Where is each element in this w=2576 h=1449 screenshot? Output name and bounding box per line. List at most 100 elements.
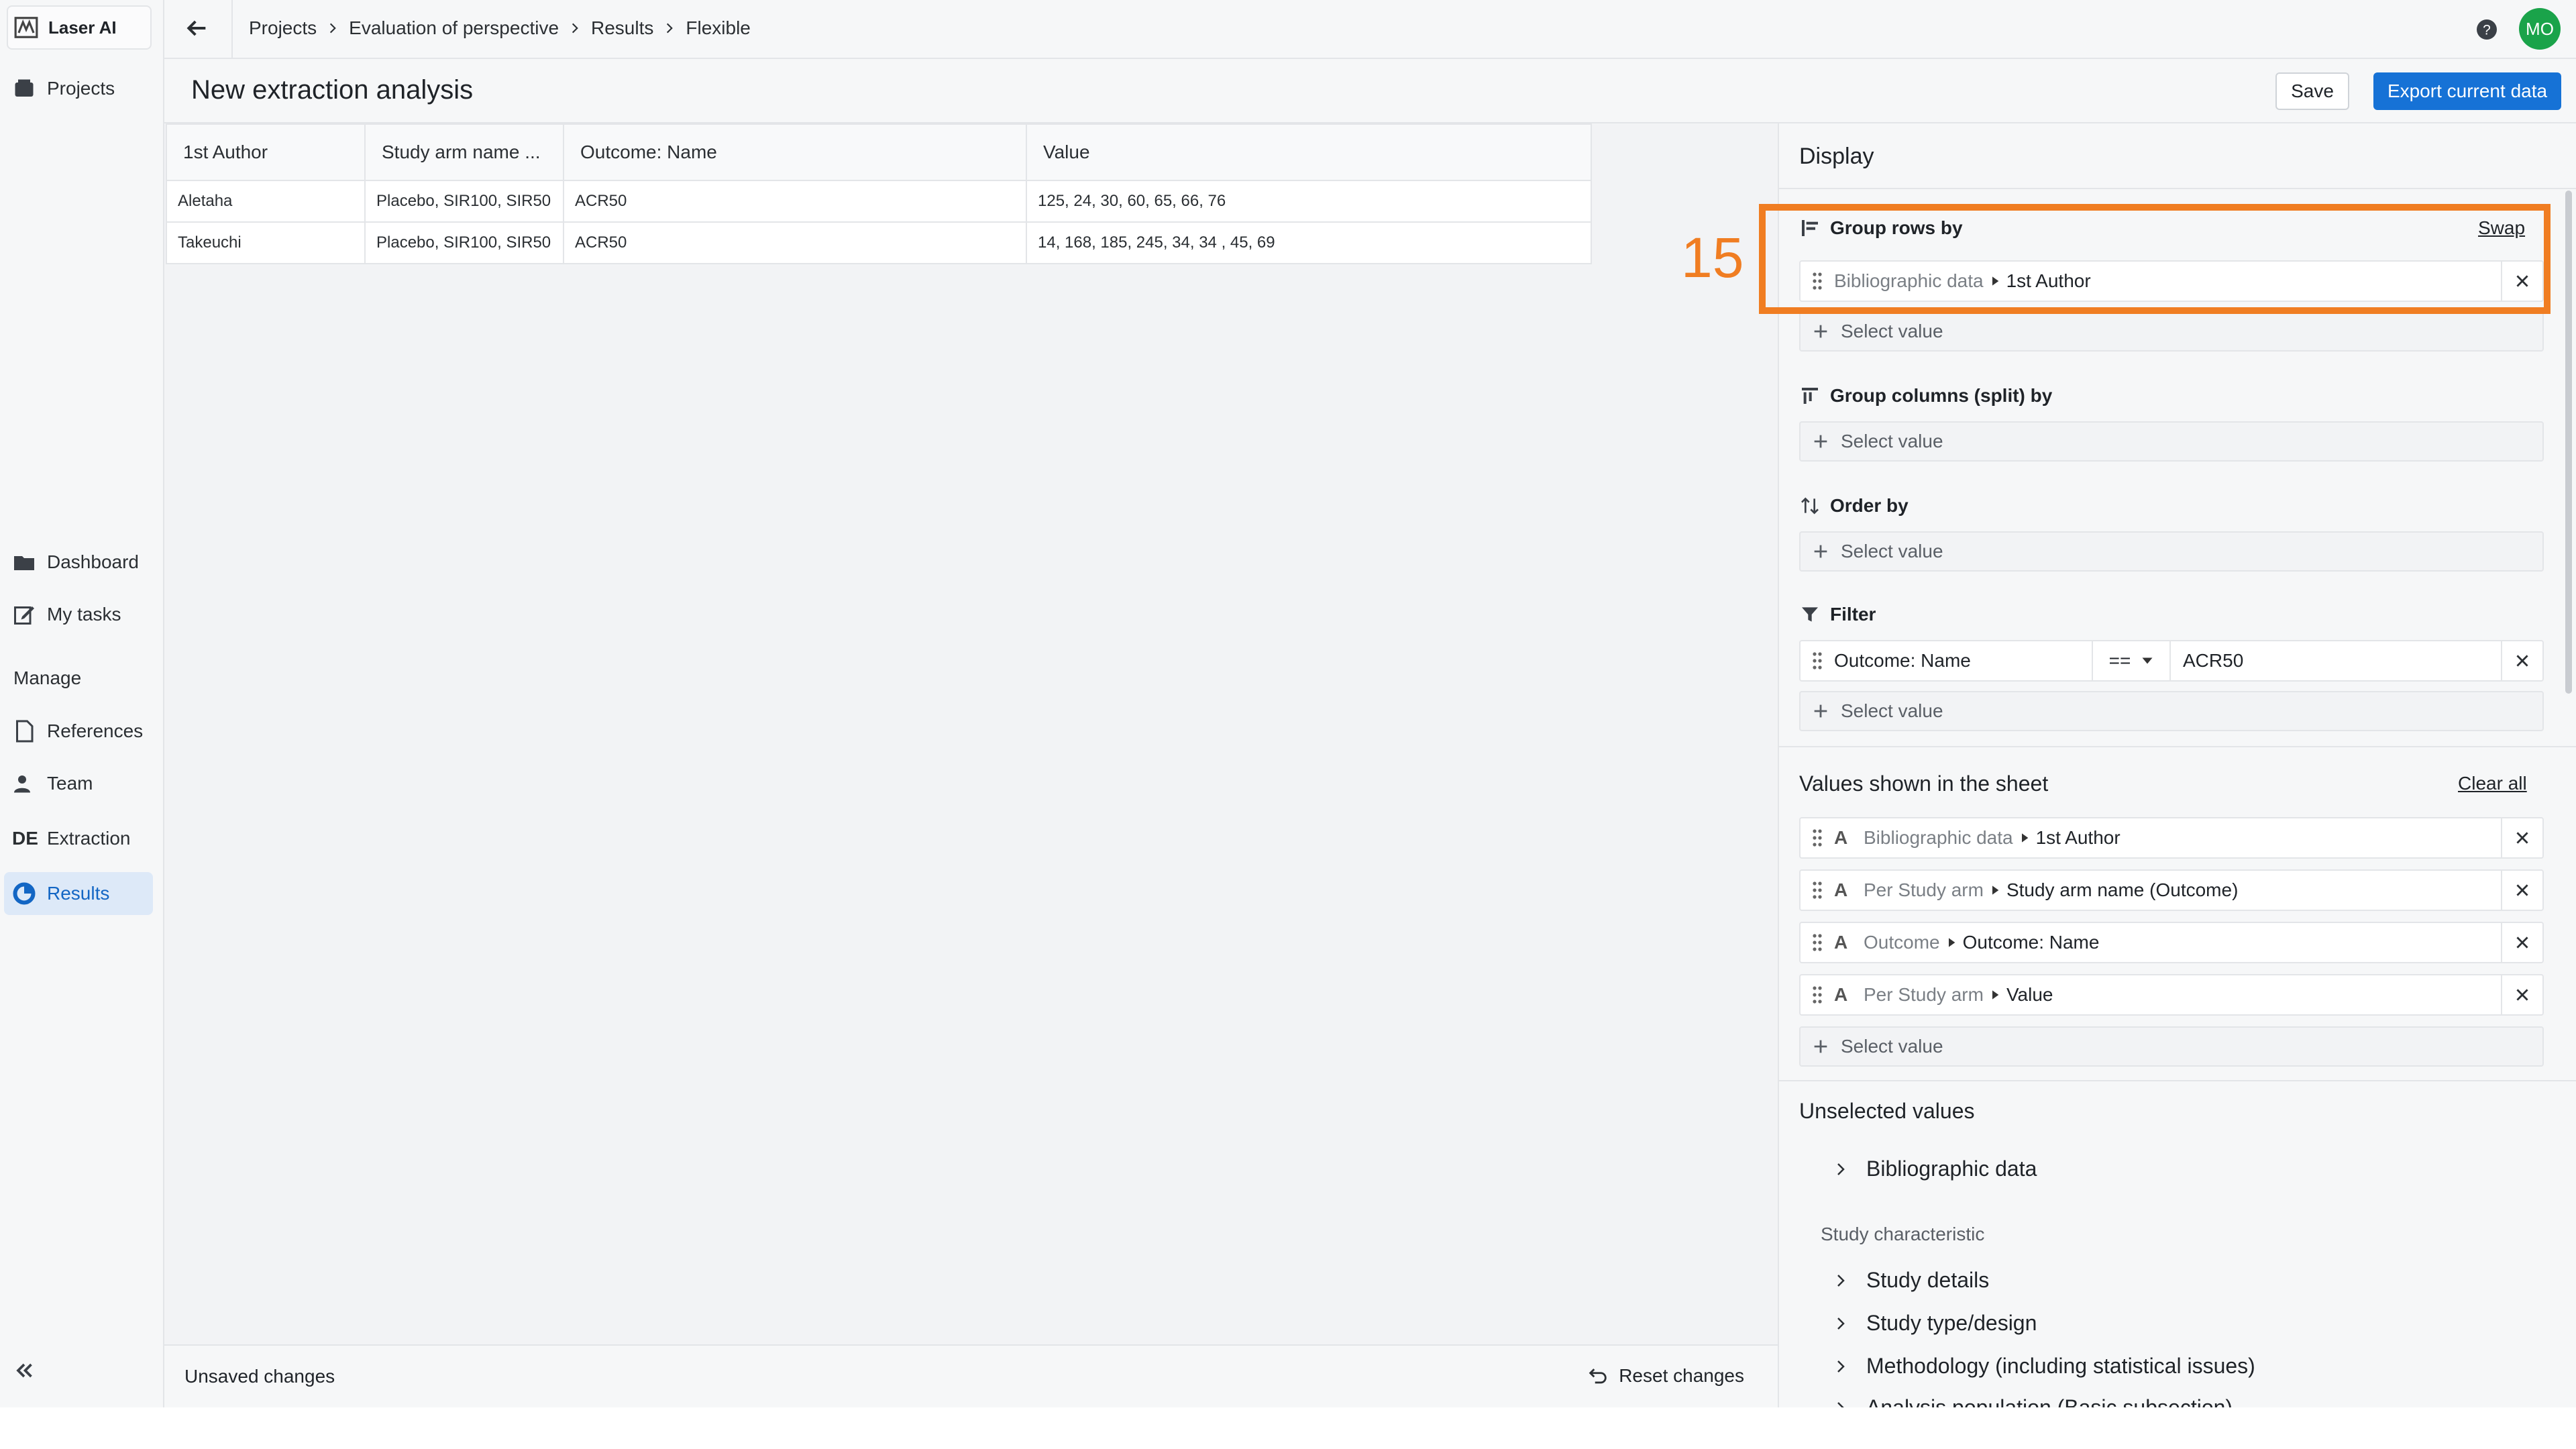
value-path: Bibliographic data 1st Author [1864, 827, 2501, 849]
filter-field[interactable]: Outcome: Name [1834, 641, 2093, 680]
sidebar-item-extraction[interactable]: DE Extraction [4, 817, 153, 860]
footer-bar: Unsaved changes Reset changes [164, 1344, 1778, 1407]
column-header[interactable]: Outcome: Name [563, 123, 1027, 181]
caret-right-icon [1992, 990, 1999, 1000]
sidebar-item-my-tasks[interactable]: My tasks [4, 593, 153, 636]
sidebar-item-results[interactable]: Results [4, 872, 153, 915]
sidebar: Laser AI Projects Dashboard My tasks Man… [0, 0, 164, 1407]
plus-icon [1814, 1040, 1827, 1053]
app-brand[interactable]: Laser AI [7, 5, 152, 50]
drag-handle-icon[interactable] [1801, 932, 1834, 953]
export-current-data-button[interactable]: Export current data [2373, 72, 2561, 110]
collapse-sidebar-icon[interactable] [12, 1358, 36, 1383]
remove-button[interactable] [2501, 869, 2542, 911]
close-icon [2516, 832, 2528, 844]
breadcrumb-results[interactable]: Results [591, 17, 653, 39]
results-table: 1st Author Study arm name ... Outcome: N… [166, 123, 1592, 264]
chevron-right-icon [1837, 1163, 1845, 1175]
group-columns-add[interactable]: Select value [1799, 421, 2544, 462]
remove-button[interactable] [2501, 922, 2542, 963]
table-cell[interactable]: Takeuchi [166, 221, 366, 264]
column-header[interactable]: Study arm name ... [364, 123, 564, 181]
remove-button[interactable] [2501, 640, 2542, 682]
remove-button[interactable] [2501, 817, 2542, 859]
tree-item[interactable]: Study type/design [1833, 1311, 2037, 1336]
select-value-label: Select value [1841, 1036, 1943, 1057]
table-cell[interactable]: Placebo, SIR100, SIR50 [364, 221, 564, 264]
back-arrow-icon[interactable] [183, 15, 210, 42]
bottom-strip [0, 1407, 2576, 1449]
table-cell[interactable]: Placebo, SIR100, SIR50 [364, 180, 564, 223]
remove-button[interactable] [2501, 260, 2542, 302]
user-avatar[interactable]: MO [2519, 8, 2561, 50]
drag-handle-icon[interactable] [1801, 879, 1834, 901]
breadcrumb-evaluation[interactable]: Evaluation of perspective [349, 17, 559, 39]
section-title: Order by [1830, 495, 1909, 516]
values-add[interactable]: Select value [1799, 1026, 2544, 1067]
column-header[interactable]: Value [1026, 123, 1592, 181]
drag-handle-icon[interactable] [1801, 827, 1834, 849]
value-item[interactable]: A Bibliographic data 1st Author [1799, 817, 2544, 859]
sidebar-item-team[interactable]: Team [4, 762, 153, 805]
plus-icon [1814, 545, 1827, 558]
group-rows-add[interactable]: Select value [1799, 311, 2544, 352]
breadcrumb-projects[interactable]: Projects [249, 17, 317, 39]
chevron-right-icon [572, 23, 578, 34]
text-type-icon: A [1834, 932, 1848, 953]
value-path-leaf: Outcome: Name [1962, 932, 2100, 953]
text-type-icon: A [1834, 827, 1848, 848]
value-item[interactable]: A Outcome Outcome: Name [1799, 922, 2544, 963]
group-rows-item[interactable]: Bibliographic data 1st Author [1799, 260, 2544, 302]
sidebar-item-dashboard[interactable]: Dashboard [4, 541, 153, 584]
close-icon [2516, 936, 2528, 949]
drag-handle-icon[interactable] [1801, 984, 1834, 1006]
sidebar-item-projects[interactable]: Projects [4, 67, 153, 110]
table-cell[interactable]: ACR50 [563, 221, 1027, 264]
clear-all-link[interactable]: Clear all [2458, 773, 2527, 794]
remove-button[interactable] [2501, 974, 2542, 1016]
close-icon [2516, 655, 2528, 667]
display-title: Display [1799, 144, 1874, 169]
drag-handle-icon[interactable] [1801, 650, 1834, 672]
tree-item[interactable]: Analysis population (Basic subsection) [1833, 1395, 2233, 1407]
value-path: Per Study arm Value [1864, 984, 2501, 1006]
section-title: Filter [1830, 604, 1876, 625]
reset-changes-button[interactable]: Reset changes [1587, 1364, 1744, 1387]
value-item[interactable]: A Per Study arm Value [1799, 974, 2544, 1016]
swap-link[interactable]: Swap [2478, 217, 2525, 239]
filter-operator-select[interactable]: == [2093, 641, 2171, 680]
chevron-right-icon [330, 23, 336, 34]
order-by-add[interactable]: Select value [1799, 531, 2544, 572]
table-row: Takeuchi Placebo, SIR100, SIR50 ACR50 14… [166, 221, 1592, 264]
table-cell[interactable]: 14, 168, 185, 245, 34, 34 , 45, 69 [1026, 221, 1592, 264]
help-icon[interactable]: ? [2475, 17, 2499, 42]
panel-scrollbar[interactable] [2565, 191, 2572, 694]
sidebar-item-references[interactable]: References [4, 710, 153, 753]
select-value-label: Select value [1841, 431, 1943, 451]
plus-icon [1814, 704, 1827, 718]
section-title: Group columns (split) by [1830, 385, 2053, 406]
laser-ai-logo-icon [14, 17, 38, 38]
value-path-parent: Outcome [1864, 932, 1940, 953]
tree-item-bibliographic[interactable]: Bibliographic data [1833, 1157, 2037, 1181]
team-icon [14, 775, 30, 793]
tree-item[interactable]: Methodology (including statistical issue… [1833, 1354, 2255, 1379]
column-header[interactable]: 1st Author [166, 123, 366, 181]
save-button[interactable]: Save [2275, 72, 2349, 110]
sidebar-item-label: Dashboard [47, 551, 139, 572]
table-cell[interactable]: 125, 24, 30, 60, 65, 66, 76 [1026, 180, 1592, 223]
drag-handle-icon[interactable] [1801, 270, 1834, 292]
filter-add[interactable]: Select value [1799, 691, 2544, 731]
table-header-row: 1st Author Study arm name ... Outcome: N… [166, 123, 1592, 181]
filter-funnel-icon [1802, 607, 1818, 622]
sidebar-item-label: Team [47, 773, 93, 794]
filter-value-input[interactable]: ACR50 [2171, 650, 2501, 672]
tree-item-label: Study type/design [1866, 1311, 2037, 1335]
table-cell[interactable]: Aletaha [166, 180, 366, 223]
table-cell[interactable]: ACR50 [563, 180, 1027, 223]
value-item[interactable]: A Per Study arm Study arm name (Outcome) [1799, 869, 2544, 911]
tree-item[interactable]: Study details [1833, 1268, 1989, 1293]
document-icon [16, 720, 34, 743]
value-path: Per Study arm Study arm name (Outcome) [1864, 879, 2501, 901]
group-rows-icon [1802, 220, 1818, 236]
